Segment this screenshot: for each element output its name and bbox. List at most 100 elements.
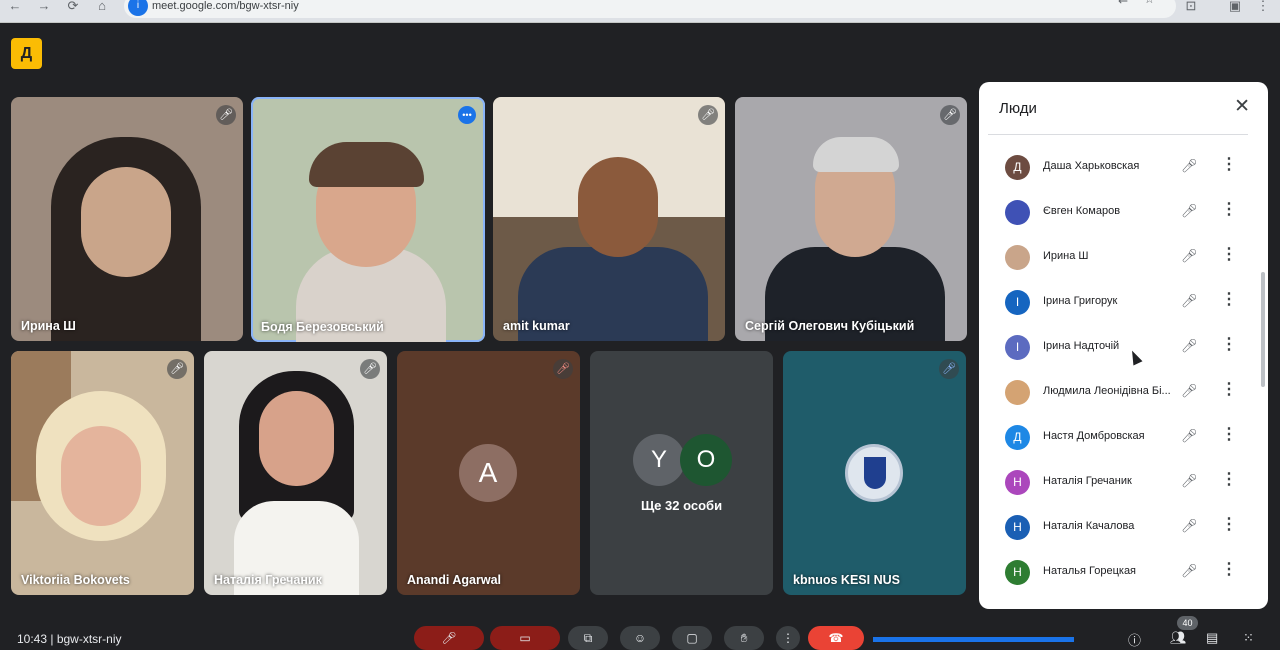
more-options-icon[interactable]: ⋮ [1221,157,1237,173]
mic-off-icon: 🎤︎ [167,359,187,379]
mic-off-icon[interactable]: 🎤︎ [1181,293,1198,309]
present-button[interactable]: ▢ [672,626,712,650]
list-item[interactable]: Н Наталья Горецкая 🎤︎ ⋮ [988,550,1250,595]
more-options-icon[interactable]: ⋮ [1221,517,1237,533]
address-bar[interactable]: i meet.google.com/bgw-xtsr-niy ⇄ ☆ [124,0,1176,18]
participant-name: Наталія Гречаник [214,573,322,587]
participant-tile[interactable]: 🎤︎ Ирина Ш [11,97,243,341]
speaking-indicator-icon: ••• [458,106,476,124]
forward-icon[interactable]: → [33,0,55,20]
mic-off-icon: 🎤︎ [216,105,236,125]
list-item[interactable]: Д Даша Харьковская 🎤︎ ⋮ [988,145,1250,190]
close-icon[interactable]: ✕ [1234,97,1250,117]
mic-off-icon[interactable]: 🎤︎ [1181,518,1198,534]
url-text[interactable]: meet.google.com/bgw-xtsr-niy [152,0,299,12]
site-info-icon[interactable]: i [128,0,148,16]
avatar: Н [1005,560,1030,585]
more-options-icon[interactable]: ⋮ [1221,472,1237,488]
mic-off-icon[interactable]: 🎤︎ [1181,563,1198,579]
participant-face [578,157,658,257]
organization-crest-icon [845,444,903,502]
extensions-icon[interactable]: ⊡ [1180,0,1202,20]
participant-name: amit kumar [503,319,570,333]
participant-tile[interactable]: 🎤︎ Наталія Гречаник [204,351,387,595]
people-icon[interactable]: 👥︎ [1170,630,1187,646]
list-item[interactable]: Н Наталія Качалова 🎤︎ ⋮ [988,505,1250,550]
more-participants-label: Ще 32 особи [640,498,723,513]
person-name: Ірина Григорук [1043,295,1118,307]
mic-off-icon[interactable]: 🎤︎ [1181,428,1198,444]
more-options-icon[interactable]: ⋮ [1221,382,1237,398]
person-name: Євген Комаров [1043,205,1121,217]
avatar [1005,245,1030,270]
emoji-button[interactable]: ☺ [620,626,660,650]
raise-hand-button[interactable]: ✋︎ [724,626,764,650]
avatar: Н [1005,470,1030,495]
participant-tile[interactable]: 🎤︎ Сергій Олегович Кубіцький [735,97,967,341]
participant-avatar: A [459,444,517,502]
avatar: Н [1005,515,1030,540]
list-item[interactable]: Євген Комаров 🎤︎ ⋮ [988,190,1250,235]
meeting-logo: Д [11,38,42,69]
captions-button[interactable]: ⧉ [568,626,608,650]
meeting-time-code: 10:43 | bgw-xtsr-niy [17,632,122,646]
people-panel: Люди ✕ Д Даша Харьковская 🎤︎ ⋮ Євген Ком… [979,82,1268,609]
list-item[interactable]: Ирина Ш 🎤︎ ⋮ [988,235,1250,280]
participant-name: Anandi Agarwal [407,573,501,587]
avatar [1005,200,1030,225]
list-item[interactable]: Д Настя Домбровская 🎤︎ ⋮ [988,415,1250,460]
participant-tile[interactable]: 🎤︎ kbnuos KESI NUS [783,351,966,595]
mic-off-icon: 🎤︎ [939,359,959,379]
more-options-icon[interactable]: ⋮ [1221,337,1237,353]
person-name: Людмила Леонідівна Бі... [1043,385,1171,397]
people-list[interactable]: Д Даша Харьковская 🎤︎ ⋮ Євген Комаров 🎤︎… [988,135,1250,609]
participant-tile[interactable]: A 🎤︎ Anandi Agarwal [397,351,580,595]
participant-avatar: O [680,434,732,486]
more-options-icon[interactable]: ⋮ [1221,202,1237,218]
more-options-button[interactable]: ⋮ [776,626,800,650]
translate-icon[interactable]: ⇄ [1118,0,1128,6]
browser-toolbar: ← → ⟳ ⌂ i meet.google.com/bgw-xtsr-niy ⇄… [0,0,1280,23]
participant-tile[interactable]: 🎤︎ Viktoriia Bokovets [11,351,194,595]
reload-icon[interactable]: ⟳ [62,0,84,20]
back-icon[interactable]: ← [4,0,26,20]
participant-tile[interactable]: 🎤︎ amit kumar [493,97,725,341]
home-icon[interactable]: ⌂ [91,0,113,20]
participant-face [259,391,334,486]
more-options-icon[interactable]: ⋮ [1221,247,1237,263]
mic-off-icon[interactable]: 🎤︎ [1181,203,1198,219]
more-options-icon[interactable]: ⋮ [1221,292,1237,308]
chat-icon[interactable]: ▤ [1206,630,1218,646]
participant-name: kbnuos KESI NUS [793,573,900,587]
list-item[interactable]: І Ірина Надточій 🎤︎ ⋮ [988,325,1250,370]
info-icon[interactable]: ⓘ [1128,630,1141,649]
more-options-icon[interactable]: ⋮ [1221,562,1237,578]
camera-toggle-button[interactable]: ▭ [490,626,560,650]
mic-off-icon[interactable]: 🎤︎ [1181,473,1198,489]
browser-menu-icon[interactable]: ⋮ [1252,0,1274,20]
person-name: Наталья Горецкая [1043,565,1137,577]
avatar: Д [1005,425,1030,450]
person-name: Ірина Надточій [1043,340,1120,352]
mic-off-icon[interactable]: 🎤︎ [1181,383,1198,399]
list-item[interactable]: І Ірина Григорук 🎤︎ ⋮ [988,280,1250,325]
activities-icon[interactable]: ⁙ [1243,630,1254,646]
profile-icon[interactable]: ▣ [1224,0,1246,20]
participant-hair [309,142,424,187]
more-participants-tile[interactable]: Y O Ще 32 особи [590,351,773,595]
list-item[interactable]: Людмила Леонідівна Бі... 🎤︎ ⋮ [988,370,1250,415]
more-options-icon[interactable]: ⋮ [1221,427,1237,443]
mic-off-icon[interactable]: 🎤︎ [1181,248,1198,264]
avatar [1005,380,1030,405]
leave-call-button[interactable]: ☎ [808,626,864,650]
list-item[interactable]: Н Наталія Гречаник 🎤︎ ⋮ [988,460,1250,505]
avatar: І [1005,290,1030,315]
scrollbar[interactable] [1261,272,1265,387]
person-name: Настя Домбровская [1043,430,1145,442]
mic-off-icon[interactable]: 🎤︎ [1181,158,1198,174]
mic-toggle-button[interactable]: 🎤︎ [414,626,484,650]
mic-off-icon[interactable]: 🎤︎ [1181,338,1198,354]
participant-tile-speaking[interactable]: ••• Бодя Березовський [251,97,485,342]
bookmark-star-icon[interactable]: ☆ [1144,0,1155,6]
participant-avatar: Y [633,434,685,486]
